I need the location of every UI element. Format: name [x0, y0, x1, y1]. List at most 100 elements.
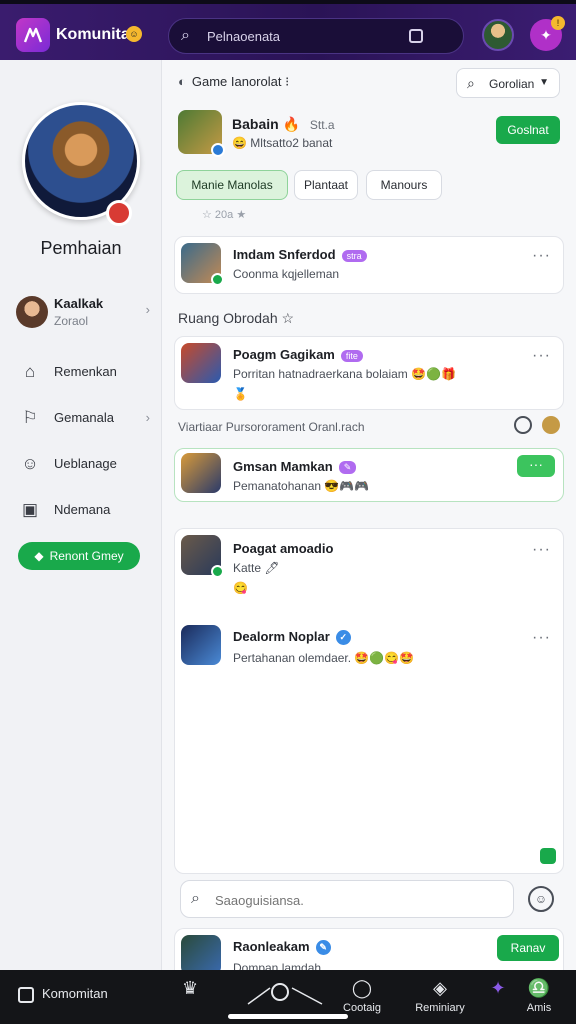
sidebar-user-avatar: [16, 296, 48, 328]
search-text[interactable]: Pelnaoenata: [207, 29, 280, 44]
sidebar-item-label: Ndemana: [54, 502, 111, 517]
post-text: Pemanatohanan 😎🎮🎮: [233, 479, 370, 493]
screen-icon: ▣: [21, 500, 39, 519]
more-options-icon[interactable]: ···: [532, 247, 551, 265]
section-title: Ruang Obrodah ☆: [178, 310, 295, 326]
sidebar-user-name: Kaalkak: [54, 296, 104, 311]
profile-status-badge: [106, 200, 132, 226]
post-avatar: [181, 343, 221, 383]
brand-emoji-icon: ☺: [126, 26, 142, 42]
bottom-nav-chat[interactable]: ◯ Cootaig: [340, 978, 384, 1014]
app-brand: Komunita: [56, 26, 130, 43]
sidebar-user-handle: Zoraol: [54, 314, 89, 328]
filter-chip[interactable]: Plantaat: [294, 170, 358, 200]
post-author: Poagm Gagikam fite: [233, 347, 363, 362]
fire-icon: 🔥: [282, 116, 301, 132]
verified-icon: ✎: [315, 940, 331, 956]
post-avatar: [181, 625, 221, 665]
more-options-icon[interactable]: ···: [532, 347, 551, 365]
post-card[interactable]: Raonleakam ✎ Dompan lamdah Ranav: [174, 928, 564, 975]
post-avatar: [181, 535, 224, 578]
emoji-picker-icon[interactable]: ☺: [528, 886, 554, 912]
notification-button[interactable]: ✦ !: [530, 16, 565, 51]
post-text: Pertahanan olemdaer. 🤩🟢😋🤩: [233, 651, 415, 665]
chat-icon: ◯: [351, 978, 373, 998]
bottom-nav-reminders[interactable]: ◈ Reminiary: [412, 978, 468, 1014]
online-indicator-icon: [540, 848, 556, 864]
reaction-icon[interactable]: 🏅: [233, 387, 248, 401]
post-card[interactable]: Poagm Gagikam fite Porritan hatnadraerkan…: [174, 336, 564, 410]
post-card[interactable]: Imdam Snferdod stra Coonma kqjelleman ···: [174, 236, 564, 294]
chevron-right-icon: ›: [145, 302, 150, 317]
badge-icon[interactable]: [542, 416, 560, 434]
post-author: Imdam Snferdod stra: [233, 247, 367, 262]
crown-icon: ♛: [182, 978, 199, 998]
post-author: Dealorm Noplar ✓: [233, 629, 351, 646]
post-text: Katte 🖊: [233, 561, 280, 575]
search-icon: ⌕: [191, 890, 200, 907]
sidebar-item-label: Remenkan: [54, 364, 117, 379]
sidebar-user[interactable]: Kaalkak Zoraol ›: [16, 294, 156, 334]
chevron-right-icon: ›: [145, 410, 150, 425]
more-options-button[interactable]: ···: [517, 455, 555, 477]
post-text: Coonma kqjelleman: [233, 267, 340, 281]
sidebar-item-label: Gemanala: [54, 410, 114, 425]
bottom-nav-crown[interactable]: ♛: [182, 978, 198, 1002]
sidebar-item-emotes[interactable]: ☺ Ueblanage: [16, 450, 156, 480]
box-icon: ◈: [433, 978, 447, 998]
smile-icon: ☺: [21, 454, 39, 473]
emoji-icon: 😄: [232, 136, 247, 150]
notification-badge: !: [551, 16, 565, 30]
bottom-nav-sparkle[interactable]: ✦: [486, 978, 510, 1002]
featured-desc: 😄 Mltsatto2 banat: [232, 136, 333, 150]
sidebar-cta-button[interactable]: ◆ Renont Gmey: [18, 542, 140, 570]
search-icon: ⌕: [181, 27, 190, 44]
controller-icon: ◐: [178, 74, 186, 89]
keyboard-icon[interactable]: [409, 29, 423, 43]
main-content: ◐ Game Ianorolat ⁝ ⌕ Gorolian ▼ Babain 🔥 …: [162, 60, 576, 975]
app-logo-icon[interactable]: [16, 18, 50, 52]
sidebar-item-label: Ueblanage: [54, 456, 117, 471]
post-author: Gmsan Mamkan ✎: [233, 459, 357, 475]
bottom-nav-community[interactable]: Komomitan: [18, 986, 108, 1003]
post-action-button[interactable]: Ranav: [497, 935, 559, 961]
bottom-nav-home[interactable]: [246, 978, 330, 1009]
home-arc-icon: [247, 983, 323, 1005]
post-author: Poagat amoadio: [233, 541, 334, 556]
post-avatar: [181, 453, 221, 493]
chat-bubble-icon[interactable]: [514, 416, 532, 434]
featured-action-button[interactable]: Goslnat: [496, 116, 560, 144]
sidebar: Pemhaian Kaalkak Zoraol › ⌂ Remenkan ⚐ G…: [0, 60, 162, 970]
featured-game-avatar[interactable]: [178, 110, 225, 157]
search-icon: ⌕: [467, 75, 475, 91]
post-text: Porritan hatnadraerkana bolaiam 🤩🟢🎁: [233, 367, 456, 381]
sidebar-item-screen[interactable]: ▣ Ndemana: [16, 496, 156, 526]
user-avatar[interactable]: [482, 19, 514, 51]
more-options-icon[interactable]: ···: [532, 629, 551, 647]
home-indicator: [228, 1014, 348, 1019]
sort-dropdown[interactable]: ⌕ Gorolian ▼: [456, 68, 560, 98]
profile-name: Pemhaian: [40, 238, 122, 258]
post-card[interactable]: Gmsan Mamkan ✎ Pemanatohanan 😎🎮🎮 ···: [174, 448, 564, 502]
sidebar-item-games[interactable]: ⚐ Gemanala ›: [16, 404, 156, 434]
chevron-down-icon: ▼: [539, 77, 549, 88]
filter-chip[interactable]: Manie Manolas: [176, 170, 288, 200]
game-controller-icon: ✦: [540, 26, 552, 43]
top-bar: Komunita ☺ ⌕ Pelnaoenata ✦ !: [0, 0, 576, 60]
game-header: ◐ Game Ianorolat ⁝: [178, 74, 290, 89]
featured-title: Babain 🔥 Stt.a: [232, 116, 335, 132]
filter-chip[interactable]: Manours: [366, 170, 442, 200]
search-bar[interactable]: ⌕ Pelnaoenata: [168, 18, 464, 54]
thread-label: Viartiaar Pursororament Oranl.rach: [178, 420, 365, 434]
message-input[interactable]: [215, 890, 505, 910]
post-author: Raonleakam ✎: [233, 939, 331, 956]
message-input-field[interactable]: ⌕: [180, 880, 514, 918]
bottom-nav-alerts[interactable]: ♎ Amis: [522, 978, 556, 1014]
reaction-icon[interactable]: 😋: [233, 581, 248, 595]
more-options-icon[interactable]: ···: [532, 541, 551, 559]
rating-text: ☆ 20a ★: [202, 209, 247, 221]
post-avatar: [181, 243, 224, 286]
verified-icon: ✓: [335, 630, 351, 646]
square-icon: [18, 986, 34, 1003]
sidebar-item-home[interactable]: ⌂ Remenkan: [16, 358, 156, 388]
